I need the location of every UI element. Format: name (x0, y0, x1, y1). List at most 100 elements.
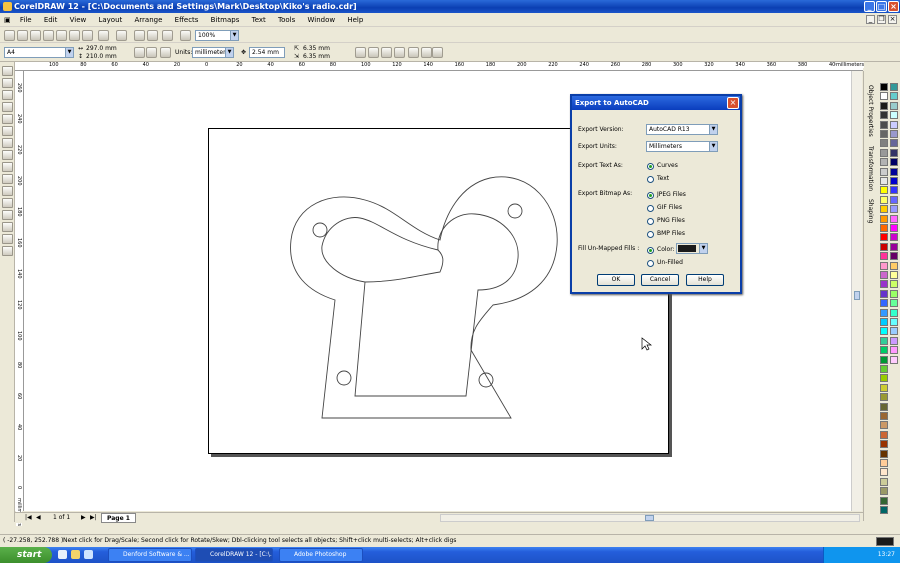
palette-swatch[interactable] (880, 186, 888, 195)
new-icon[interactable] (4, 30, 15, 41)
rectangle-tool-icon[interactable] (2, 138, 13, 148)
start-button[interactable]: start (0, 547, 52, 563)
task-denford[interactable]: Denford Software & ... (108, 548, 192, 562)
palette-swatch[interactable] (890, 336, 898, 345)
horizontal-scroll-thumb[interactable] (645, 515, 654, 521)
palette-swatch[interactable] (880, 468, 888, 477)
menu-view[interactable]: View (65, 14, 92, 27)
palette-swatch[interactable] (880, 177, 888, 185)
palette-swatch[interactable] (890, 214, 898, 223)
redo-icon[interactable] (116, 30, 127, 41)
paste-icon[interactable] (82, 30, 93, 41)
export-icon[interactable] (147, 30, 158, 41)
palette-swatch[interactable] (880, 496, 888, 505)
docker-tab-object-properties[interactable]: Object Properties (865, 85, 875, 137)
palette-swatch[interactable] (890, 158, 898, 167)
palette-swatch[interactable] (880, 477, 888, 486)
palette-swatch[interactable] (890, 224, 898, 232)
png-radio[interactable] (647, 218, 654, 225)
horizontal-ruler[interactable]: 100 80 60 40 20 0 20 40 60 80 100 120 140 160 180 200 22… (15, 62, 863, 71)
palette-swatch[interactable] (880, 205, 888, 214)
palette-swatch[interactable] (880, 139, 888, 148)
text-tool-icon[interactable] (2, 186, 13, 196)
palette-swatch[interactable] (880, 111, 888, 120)
palette-swatch[interactable] (880, 130, 888, 138)
vertical-scroll-thumb[interactable] (854, 291, 860, 300)
palette-swatch[interactable] (880, 308, 888, 317)
fill-tool-icon[interactable] (2, 234, 13, 244)
snap-grid-icon[interactable] (355, 47, 366, 58)
palette-swatch[interactable] (880, 195, 888, 204)
palette-swatch[interactable] (880, 374, 888, 383)
menu-file[interactable]: File (15, 14, 37, 27)
coreldraw-app-icon[interactable] (3, 2, 12, 11)
palette-swatch[interactable] (880, 421, 888, 430)
first-page-icon[interactable]: |◀ (25, 514, 32, 521)
palette-swatch[interactable] (880, 318, 888, 326)
palette-swatch[interactable] (890, 195, 898, 204)
page-height-field[interactable]: 210.0 mm (86, 52, 117, 61)
smart-fill-icon[interactable] (2, 126, 13, 136)
doc-minimize-button[interactable]: _ (866, 15, 875, 24)
vertical-scrollbar[interactable] (851, 71, 862, 511)
palette-swatch[interactable] (880, 83, 888, 91)
palette-swatch[interactable] (890, 167, 898, 176)
menu-edit[interactable]: Edit (39, 14, 63, 27)
palette-swatch[interactable] (890, 130, 898, 138)
palette-swatch[interactable] (880, 346, 888, 355)
prev-page-icon[interactable]: ◀ (36, 514, 41, 521)
basic-shapes-icon[interactable] (2, 174, 13, 184)
menu-bitmaps[interactable]: Bitmaps (206, 14, 245, 27)
snap-guidelines-icon[interactable] (368, 47, 379, 58)
palette-swatch[interactable] (880, 158, 888, 167)
palette-swatch[interactable] (880, 120, 888, 129)
palette-swatch[interactable] (880, 402, 888, 411)
doc-restore-button[interactable]: ❐ (877, 15, 886, 24)
folder-quicklaunch-icon[interactable] (71, 550, 80, 559)
palette-swatch[interactable] (880, 506, 888, 514)
page-tab[interactable]: Page 1 (101, 513, 136, 523)
palette-swatch[interactable] (880, 487, 888, 496)
docker-tab-transformation[interactable]: Transformation (865, 146, 875, 191)
minimize-button[interactable]: _ (864, 1, 875, 12)
open-icon[interactable] (17, 30, 28, 41)
palette-swatch[interactable] (890, 177, 898, 185)
freehand-tool-icon[interactable] (2, 114, 13, 124)
paper-size-select[interactable]: A4 ▼ (4, 47, 74, 58)
palette-swatch[interactable] (890, 233, 898, 242)
color-radio[interactable] (647, 247, 654, 254)
jpeg-radio[interactable] (647, 192, 654, 199)
dynamic-guides-icon[interactable] (394, 47, 405, 58)
fill-color-picker[interactable]: ▼ (676, 243, 708, 254)
palette-swatch[interactable] (890, 289, 898, 298)
cut-icon[interactable] (56, 30, 67, 41)
export-units-select[interactable]: Millimeters ▼ (646, 141, 718, 152)
palette-swatch[interactable] (880, 214, 888, 223)
text-radio[interactable] (647, 176, 654, 183)
palette-swatch[interactable] (880, 355, 888, 364)
help-button[interactable]: Help (686, 274, 724, 286)
palette-swatch[interactable] (890, 148, 898, 157)
palette-swatch[interactable] (880, 336, 888, 345)
palette-swatch[interactable] (880, 459, 888, 467)
next-page-icon[interactable]: ▶ (81, 514, 86, 521)
palette-swatch[interactable] (880, 101, 888, 110)
palette-swatch[interactable] (890, 355, 898, 364)
menu-help[interactable]: Help (342, 14, 368, 27)
menu-layout[interactable]: Layout (93, 14, 127, 27)
palette-swatch[interactable] (880, 449, 888, 458)
snap-objects-icon[interactable] (381, 47, 392, 58)
palette-swatch[interactable] (880, 327, 888, 336)
palette-swatch[interactable] (890, 252, 898, 261)
menu-text[interactable]: Text (247, 14, 271, 27)
dialog-close-button[interactable]: × (727, 97, 739, 109)
palette-swatch[interactable] (880, 242, 888, 251)
print-icon[interactable] (43, 30, 54, 41)
bmp-radio[interactable] (647, 231, 654, 238)
palette-swatch[interactable] (890, 299, 898, 308)
palette-swatch[interactable] (880, 252, 888, 261)
ie-quicklaunch-icon[interactable] (58, 550, 67, 559)
save-icon[interactable] (30, 30, 41, 41)
interactive-blend-icon[interactable] (2, 198, 13, 208)
copy-icon[interactable] (69, 30, 80, 41)
